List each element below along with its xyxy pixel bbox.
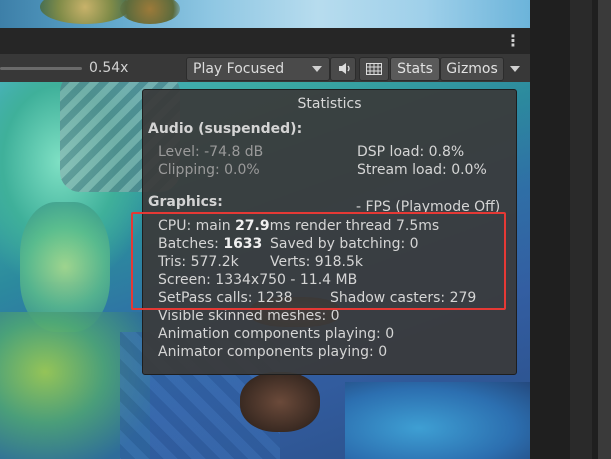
- play-mode-label: Play Focused: [193, 61, 285, 77]
- stream-load: Stream load: 0.0%: [357, 162, 487, 178]
- grid-icon: [366, 63, 382, 75]
- gizmos-button[interactable]: Gizmos: [440, 57, 504, 81]
- scene-decoration: [120, 0, 180, 24]
- mute-audio-button[interactable]: [330, 57, 356, 81]
- game-scene-art: [345, 382, 530, 459]
- scene-decoration: [40, 0, 130, 24]
- audio-clipping: Clipping: 0.0%: [158, 162, 260, 178]
- kebab-menu-icon[interactable]: ⋮: [505, 32, 521, 50]
- visible-skinned-meshes: Visible skinned meshes: 0: [158, 308, 340, 324]
- dsp-load: DSP load: 0.8%: [357, 144, 465, 160]
- play-mode-dropdown[interactable]: Play Focused: [186, 57, 330, 81]
- aspect-grid-button[interactable]: [359, 57, 389, 81]
- zoom-slider[interactable]: [0, 67, 82, 70]
- stats-button-label: Stats: [397, 61, 433, 77]
- speaker-icon: [339, 63, 350, 74]
- panel-title: Statistics: [297, 96, 362, 112]
- game-view-tab-bar: [0, 28, 530, 54]
- audio-level: Level: -74.8 dB: [158, 144, 264, 160]
- scene-view-strip: [0, 0, 530, 28]
- animation-components: Animation components playing: 0: [158, 326, 395, 342]
- animator-components: Animator components playing: 0: [158, 344, 388, 360]
- graphics-header: Graphics:: [148, 194, 223, 210]
- right-panel-edge: [530, 0, 611, 459]
- zoom-value: 0.54x: [89, 60, 129, 76]
- scrollbar-track[interactable]: [598, 0, 611, 459]
- highlight-annotation-box: [131, 212, 506, 310]
- audio-header: Audio (suspended):: [148, 121, 303, 137]
- panel-divider: [570, 0, 592, 459]
- barrel-object: [240, 372, 320, 432]
- chevron-down-icon: [312, 66, 322, 72]
- gizmos-button-label: Gizmos: [446, 61, 498, 77]
- gizmos-dropdown-chevron-icon[interactable]: [510, 66, 520, 72]
- game-view-toolbar: 0.54x Play Focused Stats Gizmos: [0, 54, 530, 83]
- stats-toggle-button[interactable]: Stats: [390, 57, 440, 81]
